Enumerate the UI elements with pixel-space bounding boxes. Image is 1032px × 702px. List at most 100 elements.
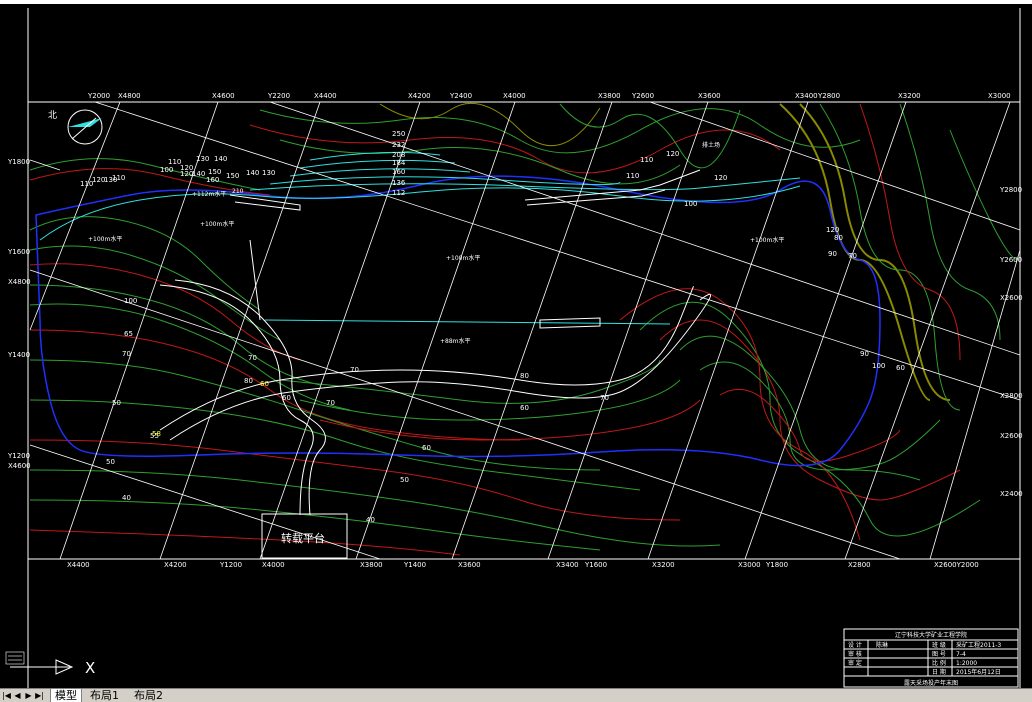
level-label: +100m水平 xyxy=(446,254,480,262)
contour-label: 70 xyxy=(600,394,609,402)
contour-label: 70 xyxy=(350,366,359,374)
grid-label-bottom: X4400 xyxy=(67,561,90,569)
grid-label-top: Y2800 xyxy=(817,92,840,100)
grid-label-top: Y2200 xyxy=(267,92,290,100)
grid-label-top: X3600 xyxy=(698,92,721,100)
contour-label: 40 xyxy=(366,516,375,524)
bench-label: 184 xyxy=(392,159,406,167)
bench-label: 250 xyxy=(392,130,405,138)
grid-label-left: Y1600 xyxy=(7,248,30,256)
grid-label-left: Y1400 xyxy=(7,351,30,359)
grid-label-bottom: X3600 xyxy=(458,561,481,569)
contour-label: 70 xyxy=(326,399,335,407)
contour-label: 110 xyxy=(640,156,653,164)
contour-label: 70 xyxy=(122,350,131,358)
grid-label-top: X4000 xyxy=(503,92,526,100)
contour-label: 60 xyxy=(520,404,529,412)
contour-label: 65 xyxy=(124,330,133,338)
bench-label: 136 xyxy=(392,179,406,187)
loading-platform-label: 转载平台 xyxy=(281,531,325,545)
prev-tab-button[interactable]: ◀ xyxy=(12,690,23,701)
contour-label: 60 xyxy=(422,444,431,452)
contour-label: 120 xyxy=(666,150,679,158)
grid-label-right: Y2600 xyxy=(999,256,1022,264)
grid-label-top: Y2400 xyxy=(449,92,472,100)
grid-label-bottom: X2600Y2000 xyxy=(934,561,979,569)
contour-label: 60 xyxy=(896,364,905,372)
grid-labels-left: Y1800 Y1600 X4800 Y1400 Y1200 X4600 xyxy=(7,158,31,470)
contour-label: 60 xyxy=(260,380,269,388)
grid-label-left: Y1200 xyxy=(7,452,30,460)
bench-lines xyxy=(39,151,801,325)
grid-label-bottom: Y1200 xyxy=(219,561,242,569)
contour-label: 80 xyxy=(834,234,843,242)
top-window-strip xyxy=(0,0,1032,4)
grid-label-left: X4600 xyxy=(8,462,31,470)
bench-label: 112 xyxy=(392,189,405,197)
grid-label-top: X4200 xyxy=(408,92,431,100)
contour-label: 140 xyxy=(192,170,205,178)
grid-label-right: X2600 xyxy=(1000,432,1023,440)
ucs-x-label: X xyxy=(85,659,95,677)
contour-label: 120 xyxy=(714,174,727,182)
contour-label: 120 xyxy=(826,226,839,234)
grid-label-left: Y1800 xyxy=(7,158,30,166)
grid-label-top: X4800 xyxy=(118,92,141,100)
grid-label-bottom: Y1800 xyxy=(765,561,788,569)
bench-elevation-labels: 250 232 208184160 136 112 xyxy=(392,130,406,197)
title-block-cell: 比 例 xyxy=(932,659,946,667)
grid-label-right: Y2800 xyxy=(999,186,1022,194)
first-tab-button[interactable]: |◀ xyxy=(1,690,12,701)
title-block-cell: 审 核 xyxy=(848,650,862,658)
bench-label: 160 xyxy=(392,168,405,176)
contour-label: 130 xyxy=(262,169,275,177)
grid-labels-bottom: X4400 X4200 Y1200 X4000 X3800 Y1400 X3600 X3400… xyxy=(67,561,979,569)
north-label: 北 xyxy=(48,110,57,121)
terrain-contours xyxy=(29,102,1019,556)
title-block-cell: 2015年6月12日 xyxy=(956,668,1001,676)
grid-label-right: X2400 xyxy=(1000,490,1023,498)
contour-label: 70 xyxy=(248,354,257,362)
grid-label-top: X3800 xyxy=(598,92,621,100)
title-block-cell: 采矿工程2011-3 xyxy=(956,641,1001,649)
title-block-cell: 设 计 xyxy=(848,641,862,649)
grid-label-bottom: X3200 xyxy=(652,561,675,569)
grid-label-right: X2600 xyxy=(1000,294,1023,302)
tab-model[interactable]: 模型 xyxy=(50,689,82,702)
title-block-header: 辽宁科技大学矿业工程学院 xyxy=(895,631,967,639)
tab-layout2[interactable]: 布局2 xyxy=(130,689,167,702)
coordinate-grid xyxy=(29,102,1020,559)
next-tab-button[interactable]: ▶ xyxy=(23,690,34,701)
cad-drawing-canvas[interactable]: 北 转载平台 Y2000 X4800 X4600 Y2200 X4400 X4200 Y24… xyxy=(0,0,1032,688)
level-label: 210 xyxy=(232,188,244,195)
contour-label: 140 xyxy=(246,169,259,177)
contour-label: 80 xyxy=(244,377,253,385)
contour-label: 150 xyxy=(208,168,221,176)
grid-labels-right: Y2800 Y2600 X2600 X2800 X2600 X2400 xyxy=(999,186,1023,498)
contour-label: 130 xyxy=(196,155,209,163)
title-block-cell: 班 级 xyxy=(932,641,946,649)
contour-label: 160 xyxy=(206,176,219,184)
tab-layout1[interactable]: 布局1 xyxy=(86,689,123,702)
grid-label-top: X4400 xyxy=(314,92,337,100)
contour-label: 110 xyxy=(626,172,639,180)
map-frame xyxy=(27,101,1021,560)
layout-tab-bar: |◀ ◀ ▶ ▶| 模型 布局1 布局2 xyxy=(0,688,1032,702)
bench-label: 232 xyxy=(392,141,405,149)
title-block-cell: 1:2000 xyxy=(956,660,977,667)
contour-label: 70 xyxy=(848,252,857,260)
level-label: +88m水平 xyxy=(440,337,471,345)
bench-label: 208 xyxy=(392,151,405,159)
last-tab-button[interactable]: ▶| xyxy=(34,690,45,701)
level-label: +112m水平 xyxy=(192,190,226,198)
contour-label: 90 xyxy=(860,350,869,358)
grid-label-top: X3000 xyxy=(988,92,1011,100)
contour-label: 100 xyxy=(124,297,137,305)
contour-label: 50 xyxy=(112,399,121,407)
contour-label: 40 xyxy=(122,494,131,502)
contour-label: 100 xyxy=(872,362,885,370)
grid-label-top: X3200 xyxy=(898,92,921,100)
title-block-cell: 7-4 xyxy=(956,651,966,658)
contour-label: 100 xyxy=(684,200,697,208)
contour-label: 90 xyxy=(828,250,837,258)
